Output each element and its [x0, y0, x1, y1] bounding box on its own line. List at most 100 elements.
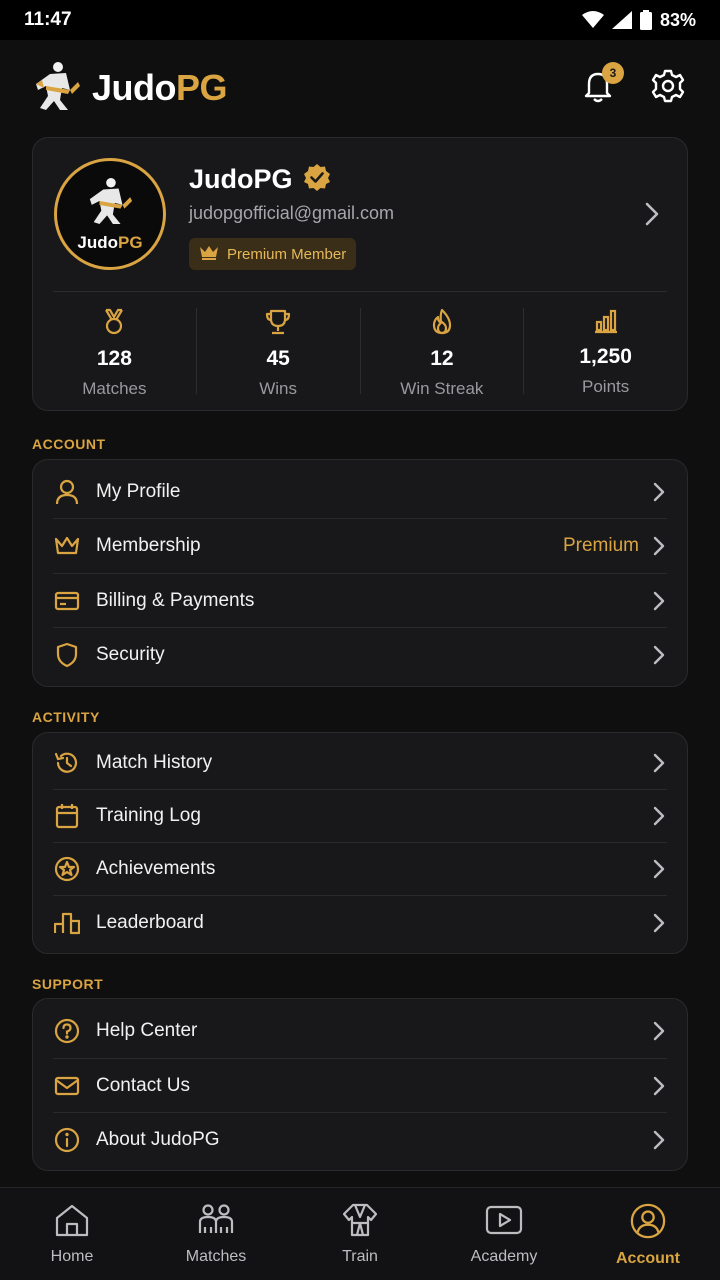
menu-item-leaderboard[interactable]: Leaderboard	[53, 896, 667, 950]
people-icon	[197, 1203, 235, 1242]
nav-account[interactable]: Account	[576, 1188, 720, 1280]
section-title-support: SUPPORT	[32, 976, 104, 992]
premium-member-badge: Premium Member	[189, 238, 357, 270]
menu-item-security[interactable]: Security	[53, 628, 667, 682]
history-icon	[53, 749, 81, 777]
notifications-button[interactable]: 3	[578, 62, 624, 108]
profile-stats: 128 Matches 45 Wins 12 Win Streak 1,250 …	[33, 308, 687, 398]
avatar: JudoPG	[54, 158, 166, 270]
chevron-right-icon	[651, 482, 667, 502]
menu-item-achievements[interactable]: Achievements	[53, 843, 667, 896]
menu-item-label: Contact Us	[96, 1074, 190, 1096]
chevron-right-icon	[651, 645, 667, 665]
nav-academy[interactable]: Academy	[432, 1188, 576, 1280]
header-actions: 3	[578, 62, 688, 108]
brand-title-part1: Judo	[92, 67, 177, 108]
profile-email: judopgofficial@gmail.com	[189, 203, 395, 223]
cell-signal-icon	[611, 11, 632, 29]
menu-item-membership[interactable]: Membership Premium	[53, 519, 667, 574]
stat-label: Matches	[82, 379, 147, 398]
medal-icon	[101, 308, 127, 341]
profile-card[interactable]: JudoPG JudoPG judopgofficial@gmail.com P…	[32, 137, 688, 411]
chevron-right-icon	[651, 536, 667, 556]
stat-points: 1,250 Points	[524, 308, 687, 396]
support-menu: Help Center Contact Us About JudoPG	[32, 998, 688, 1171]
membership-value: Premium	[562, 535, 639, 556]
menu-item-label: My Profile	[96, 480, 181, 502]
battery-percent: 83%	[659, 9, 696, 30]
trophy-icon	[264, 308, 292, 341]
menu-item-label: Membership	[96, 535, 201, 556]
divider	[53, 291, 667, 292]
nav-label: Train	[342, 1248, 378, 1265]
menu-item-label: Leaderboard	[96, 912, 204, 933]
menu-item-billing[interactable]: Billing & Payments	[53, 574, 667, 628]
play-icon	[485, 1203, 523, 1242]
chevron-right-icon	[651, 859, 667, 879]
account-menu: My Profile Membership Premium Billing & …	[32, 459, 688, 687]
account-icon	[629, 1203, 667, 1244]
avatar-text-part2: PG	[118, 232, 143, 252]
stat-value: 1,250	[579, 345, 632, 368]
premium-member-label: Premium Member	[227, 245, 347, 263]
stat-win-streak: 12 Win Streak	[361, 308, 525, 398]
menu-item-label: Security	[96, 644, 165, 665]
crown-icon	[53, 532, 81, 560]
chevron-right-icon	[651, 913, 667, 933]
bar-chart-icon	[593, 308, 619, 339]
menu-item-label: Match History	[96, 752, 213, 773]
section-title-account: ACCOUNT	[32, 436, 106, 452]
brand-title: JudoPG	[92, 67, 228, 109]
flame-icon	[430, 308, 454, 341]
stat-value: 12	[430, 347, 454, 370]
chevron-right-icon[interactable]	[645, 202, 659, 231]
menu-item-label: Training Log	[96, 805, 201, 826]
info-icon	[53, 1126, 81, 1154]
menu-item-my-profile[interactable]: My Profile	[53, 465, 667, 519]
stat-value: 45	[266, 347, 290, 370]
profile-name: JudoPG	[189, 164, 293, 194]
brand-title-part2: PG	[176, 67, 228, 108]
menu-item-match-history[interactable]: Match History	[53, 737, 667, 790]
stat-label: Points	[582, 377, 630, 396]
judoka-logo-icon	[32, 60, 82, 117]
stat-wins: 45 Wins	[197, 308, 361, 398]
menu-item-training-log[interactable]: Training Log	[53, 790, 667, 843]
menu-item-label: About JudoPG	[96, 1129, 220, 1150]
menu-item-about[interactable]: About JudoPG	[53, 1113, 667, 1167]
chevron-right-icon	[651, 591, 667, 611]
chevron-right-icon	[651, 806, 667, 826]
brand[interactable]: JudoPG	[32, 60, 228, 117]
notification-badge: 3	[602, 62, 624, 84]
nav-label: Academy	[470, 1248, 538, 1265]
nav-label: Home	[50, 1248, 94, 1265]
nav-train[interactable]: Train	[288, 1188, 432, 1280]
gi-icon	[341, 1203, 379, 1242]
chevron-right-icon	[651, 1130, 667, 1150]
menu-item-label: Billing & Payments	[96, 589, 255, 611]
section-title-activity: ACTIVITY	[32, 709, 100, 725]
nav-home[interactable]: Home	[0, 1188, 144, 1280]
verified-badge-icon	[303, 163, 331, 196]
battery-icon	[639, 10, 652, 30]
menu-item-contact-us[interactable]: Contact Us	[53, 1059, 667, 1113]
menu-item-label: Achievements	[96, 858, 216, 879]
podium-icon	[53, 909, 81, 937]
bottom-nav: Home Matches Train Academy Account	[0, 1187, 720, 1280]
menu-item-label: Help Center	[96, 1020, 198, 1041]
settings-button[interactable]	[648, 68, 688, 108]
shield-icon	[53, 641, 81, 669]
app-header: JudoPG 3	[0, 40, 720, 136]
home-icon	[54, 1203, 90, 1242]
stat-value: 128	[96, 347, 132, 370]
avatar-brand-text: JudoPG	[77, 233, 142, 253]
nav-label: Matches	[185, 1248, 247, 1265]
user-icon	[53, 478, 81, 506]
profile-name-row: JudoPG	[189, 163, 331, 196]
nav-matches[interactable]: Matches	[144, 1188, 288, 1280]
activity-menu: Match History Training Log Achievements …	[32, 732, 688, 954]
nav-label: Account	[616, 1250, 680, 1267]
stat-label: Win Streak	[400, 379, 484, 398]
avatar-text-part1: Judo	[77, 232, 119, 252]
menu-item-help-center[interactable]: Help Center	[53, 1004, 667, 1059]
